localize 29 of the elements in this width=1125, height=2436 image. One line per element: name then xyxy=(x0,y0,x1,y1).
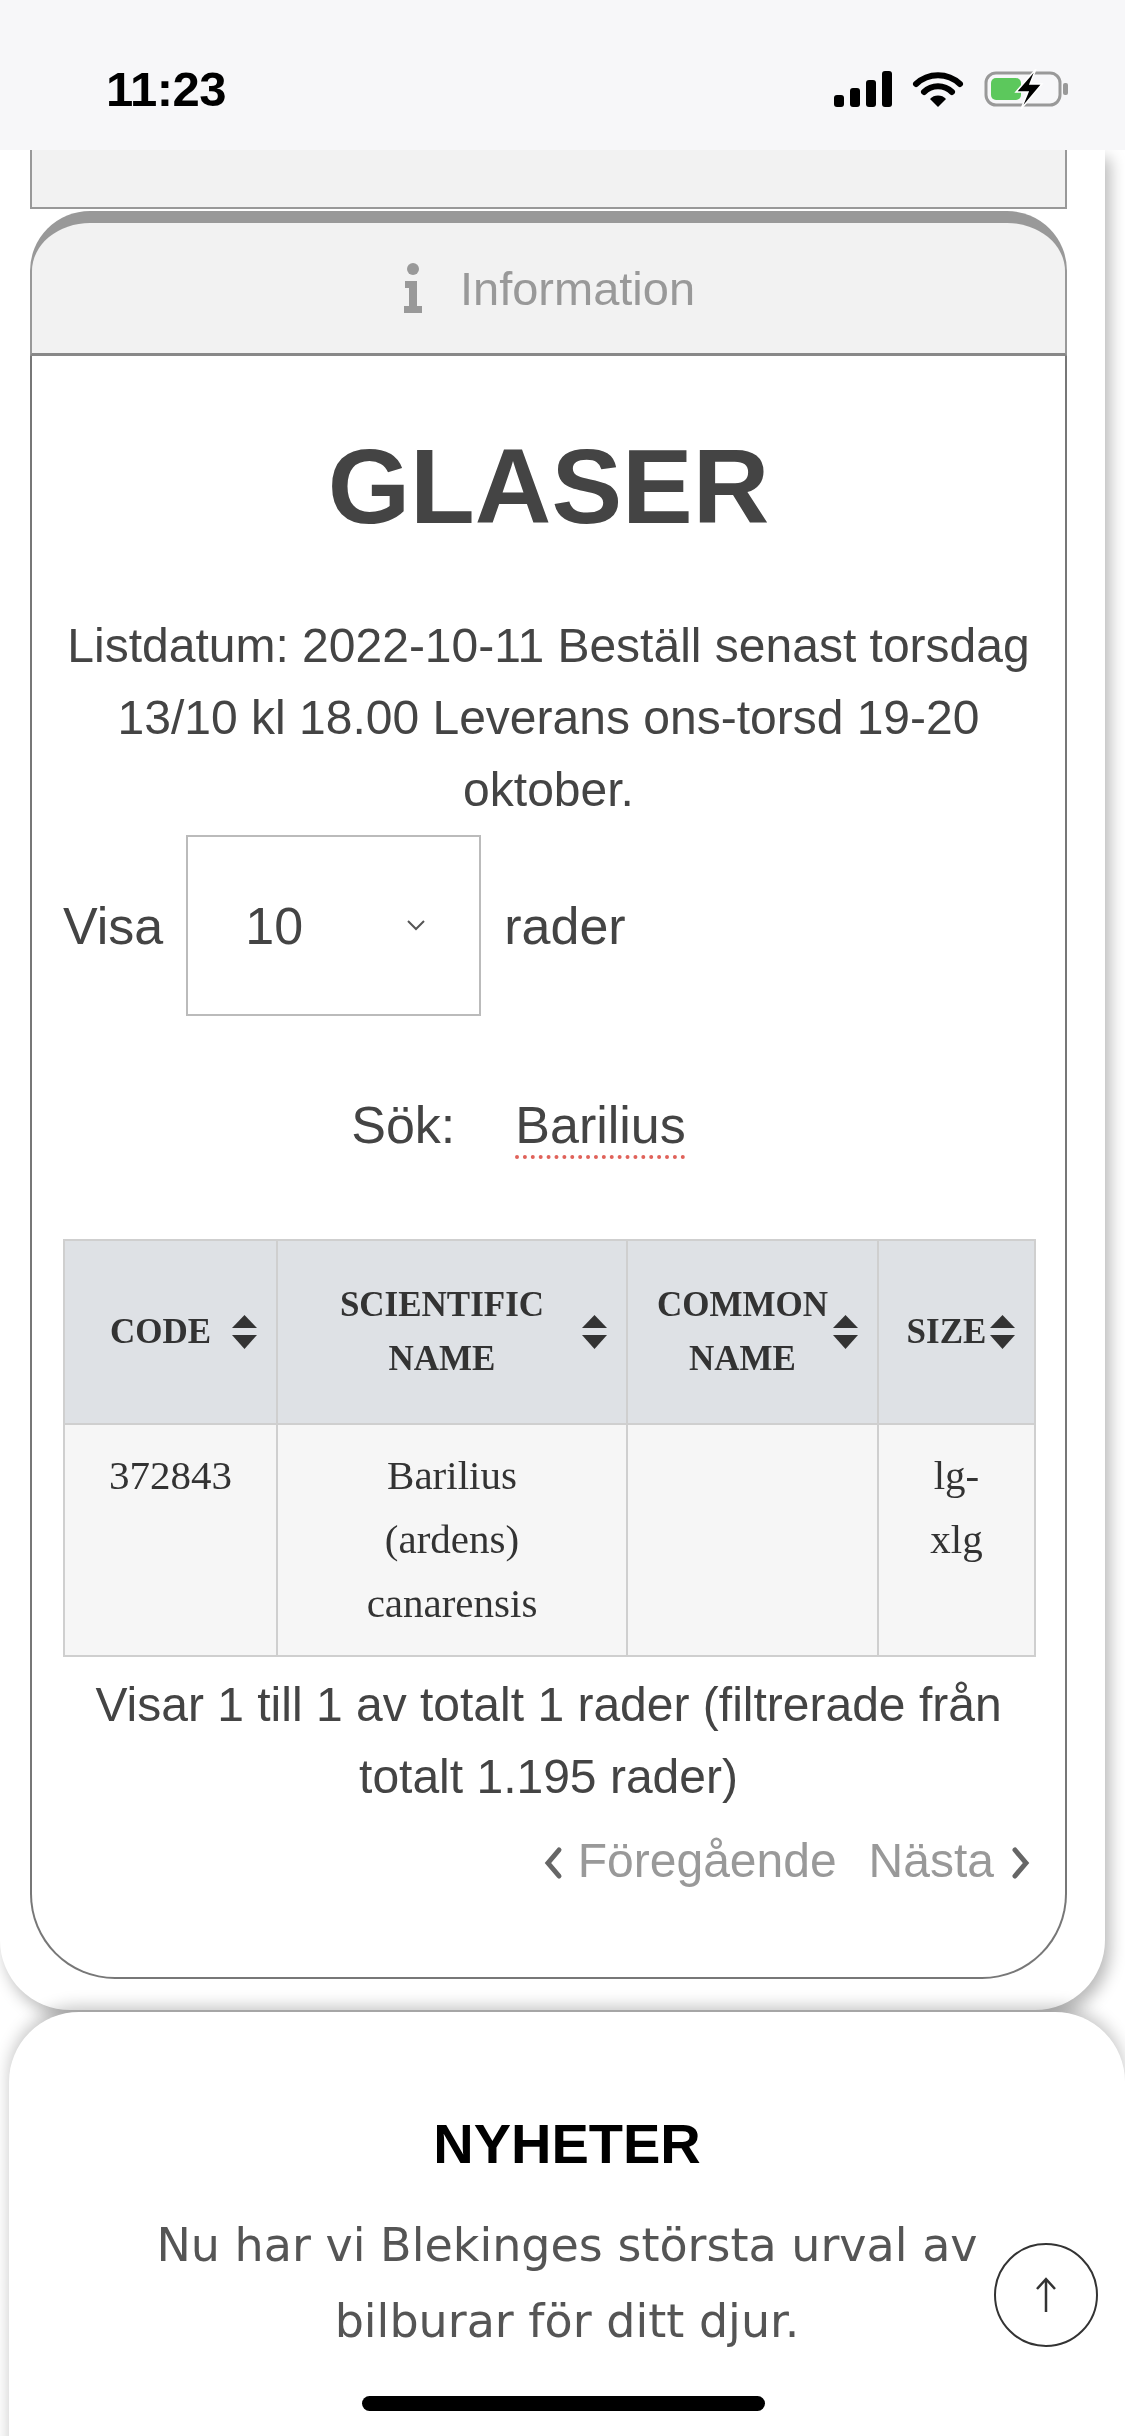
battery-charging-icon xyxy=(984,69,1070,109)
rows-per-page-select[interactable]: 10 xyxy=(186,835,482,1017)
column-header[interactable]: CODE xyxy=(64,1240,277,1425)
sort-icon xyxy=(833,1315,858,1350)
accordion-header[interactable] xyxy=(30,150,1067,209)
column-header[interactable]: SCIENTIFIC NAME xyxy=(277,1240,627,1425)
table-cell: Barilius (ardens) canarensis xyxy=(277,1424,627,1657)
table-info-text: Visar 1 till 1 av totalt 1 rader (filtrerade från totalt 1.195 rader) xyxy=(94,1677,1003,1806)
column-header[interactable]: SIZE xyxy=(878,1240,1035,1425)
chevron-down-icon xyxy=(407,920,426,932)
news-text: Nu har vi Blekinges största urval av bilburar för ditt djur. xyxy=(155,2217,979,2351)
status-time: 11:23 xyxy=(106,61,227,117)
signal-icon xyxy=(834,71,892,107)
arrow-up-icon xyxy=(1035,2277,1057,2313)
wifi-icon xyxy=(912,70,964,108)
table-cell: lg-xlg xyxy=(878,1424,1035,1657)
search-field[interactable]: Barilius xyxy=(515,1094,746,1157)
rows-label: rader xyxy=(504,895,626,956)
news-title: NYHETER xyxy=(432,2111,702,2178)
info-icon xyxy=(401,263,424,313)
page-title: GLASER xyxy=(326,426,771,547)
sort-icon xyxy=(232,1315,257,1350)
column-header[interactable]: COMMON NAME xyxy=(627,1240,878,1425)
sort-icon xyxy=(582,1315,607,1350)
sort-icon xyxy=(990,1315,1015,1350)
intro-text: Listdatum: 2022-10-11 Beställ senast torsdag 13/10 kl 18.00 Leverans ons-torsd 19-20 oktober. xyxy=(66,618,1031,819)
table-cell: 372843 xyxy=(64,1424,277,1657)
search-label: Sök: xyxy=(351,1095,456,1157)
show-label: Visa xyxy=(63,895,164,956)
